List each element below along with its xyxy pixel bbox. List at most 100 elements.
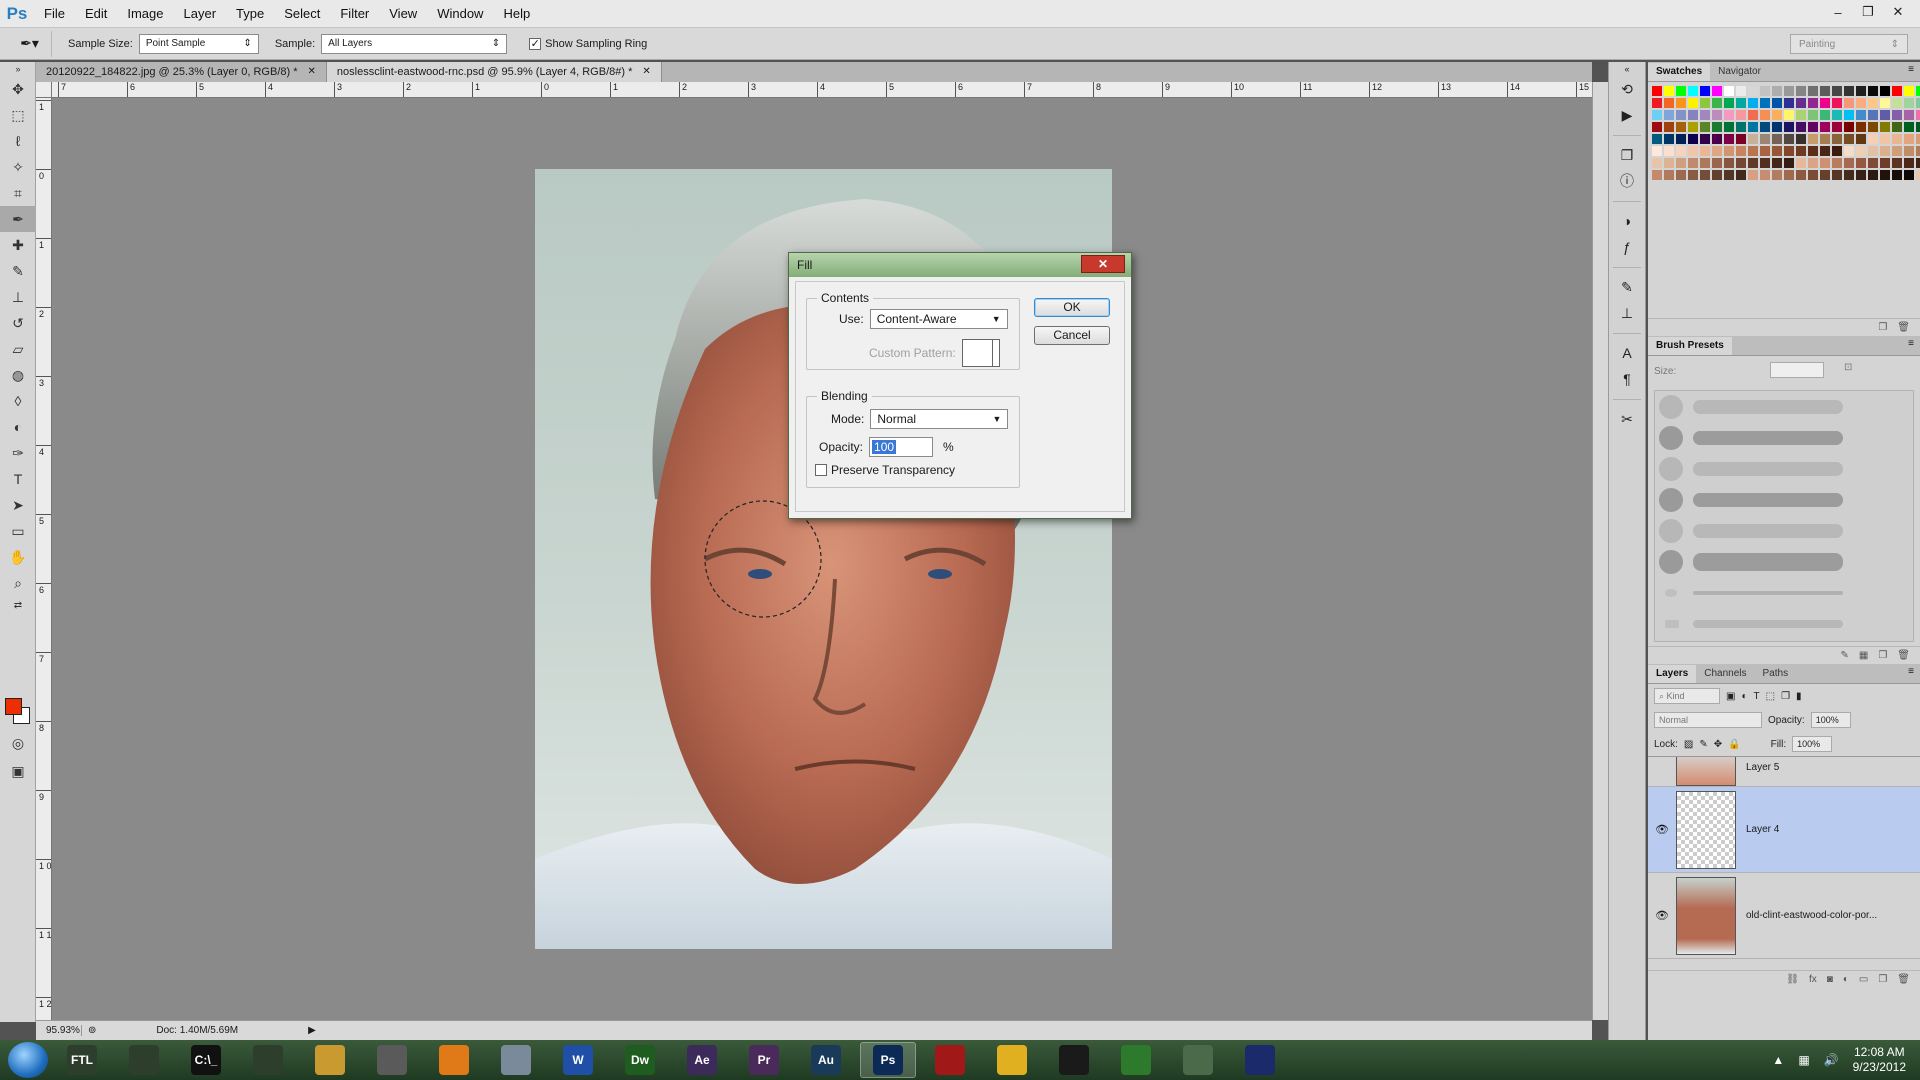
- color-swatch[interactable]: [1880, 146, 1890, 156]
- use-select[interactable]: Content-Aware ▼: [869, 309, 1008, 329]
- quick-selection-tool-icon[interactable]: ✧: [0, 154, 36, 180]
- color-swatch[interactable]: [1676, 134, 1686, 144]
- color-swatch[interactable]: [1652, 146, 1662, 156]
- status-menu-icon[interactable]: ▶: [308, 1025, 316, 1036]
- color-swatch[interactable]: [1832, 98, 1842, 108]
- color-swatch[interactable]: [1712, 122, 1722, 132]
- menu-layer[interactable]: Layer: [174, 0, 227, 28]
- shape-filter-icon[interactable]: ⬚: [1766, 691, 1775, 702]
- info-icon[interactable]: ⓘ: [1609, 168, 1645, 194]
- color-swatch[interactable]: [1736, 122, 1746, 132]
- color-swatch[interactable]: [1904, 134, 1914, 144]
- color-swatch[interactable]: [1856, 110, 1866, 120]
- color-swatch[interactable]: [1820, 122, 1830, 132]
- color-swatch[interactable]: [1904, 86, 1914, 96]
- color-swatch[interactable]: [1676, 86, 1686, 96]
- fill-input[interactable]: 100%: [1792, 736, 1833, 752]
- tab-swatches[interactable]: Swatches: [1648, 63, 1711, 81]
- color-swatch[interactable]: [1664, 86, 1674, 96]
- color-swatch[interactable]: [1856, 158, 1866, 168]
- color-swatch[interactable]: [1748, 86, 1758, 96]
- blur-tool-icon[interactable]: ◊: [0, 388, 36, 414]
- color-swatch[interactable]: [1832, 146, 1842, 156]
- color-swatch[interactable]: [1820, 158, 1830, 168]
- color-swatch[interactable]: [1712, 158, 1722, 168]
- tab-navigator[interactable]: Navigator: [1710, 63, 1769, 81]
- tab-document-2[interactable]: noslessclint-eastwood-rnc.psd @ 95.9% (L…: [326, 62, 662, 82]
- menu-help[interactable]: Help: [493, 0, 540, 28]
- premiere-app-button[interactable]: Pr: [736, 1042, 792, 1078]
- brush-preset-list[interactable]: [1654, 390, 1914, 642]
- color-swatch[interactable]: [1784, 146, 1794, 156]
- color-swatch[interactable]: [1772, 134, 1782, 144]
- color-swatch[interactable]: [1688, 122, 1698, 132]
- new-preset-icon[interactable]: ❐: [1878, 650, 1887, 661]
- color-swatch[interactable]: [1808, 146, 1818, 156]
- color-swatch[interactable]: [1844, 86, 1854, 96]
- brush-preset[interactable]: [1655, 422, 1913, 453]
- brush-preset[interactable]: [1655, 546, 1913, 577]
- ruler-origin[interactable]: [36, 82, 52, 98]
- new-layer-icon[interactable]: ❐: [1878, 974, 1887, 985]
- color-swatch[interactable]: [1760, 170, 1770, 180]
- clone-stamp-tool-icon[interactable]: ⊥: [0, 284, 36, 310]
- show-sampling-ring-option[interactable]: ✓ Show Sampling Ring: [529, 37, 647, 50]
- color-swatch[interactable]: [1868, 158, 1878, 168]
- color-swatch[interactable]: [1688, 158, 1698, 168]
- color-swatch[interactable]: [1772, 98, 1782, 108]
- color-swatch[interactable]: [1916, 110, 1920, 120]
- color-swatch[interactable]: [1736, 98, 1746, 108]
- paint-bucket-tool-icon[interactable]: ◍: [0, 362, 36, 388]
- color-swatch[interactable]: [1736, 110, 1746, 120]
- color-swatch[interactable]: [1652, 98, 1662, 108]
- color-swatch[interactable]: [1796, 110, 1806, 120]
- color-swatch[interactable]: [1748, 158, 1758, 168]
- color-swatch[interactable]: [1844, 134, 1854, 144]
- color-swatch[interactable]: [1688, 110, 1698, 120]
- color-swatch[interactable]: [1676, 170, 1686, 180]
- color-swatch[interactable]: [1652, 134, 1662, 144]
- move-tool-icon[interactable]: ✥: [0, 76, 36, 102]
- trash-icon[interactable]: 🗑: [1897, 322, 1910, 333]
- color-swatch[interactable]: [1892, 158, 1902, 168]
- color-swatch[interactable]: [1880, 110, 1890, 120]
- color-swatch[interactable]: [1880, 86, 1890, 96]
- menu-filter[interactable]: Filter: [330, 0, 379, 28]
- color-swatch[interactable]: [1652, 158, 1662, 168]
- color-swatch[interactable]: [1868, 146, 1878, 156]
- color-swatch[interactable]: [1688, 170, 1698, 180]
- color-swatch[interactable]: [1856, 146, 1866, 156]
- color-swatch[interactable]: [1880, 134, 1890, 144]
- dialog-title-bar[interactable]: Fill ✕: [789, 253, 1131, 277]
- photoshop-app-button[interactable]: Ps: [860, 1042, 916, 1078]
- notepad-app-button[interactable]: [1170, 1042, 1226, 1078]
- color-swatch[interactable]: [1820, 134, 1830, 144]
- color-swatch[interactable]: [1724, 146, 1734, 156]
- close-icon[interactable]: ✕: [642, 62, 650, 82]
- color-swatch[interactable]: [1736, 170, 1746, 180]
- add-mask-icon[interactable]: ◙: [1827, 974, 1833, 985]
- paragraph-icon[interactable]: ¶: [1609, 366, 1645, 392]
- layer-row-layer-4[interactable]: 👁 Layer 4: [1648, 787, 1920, 873]
- menu-type[interactable]: Type: [226, 0, 274, 28]
- menu-view[interactable]: View: [379, 0, 427, 28]
- color-swatch[interactable]: [1796, 170, 1806, 180]
- brush-tool-icon[interactable]: ✎: [0, 258, 36, 284]
- proof-icon[interactable]: ⊚: [88, 1025, 96, 1036]
- color-swatch[interactable]: [1760, 98, 1770, 108]
- menu-image[interactable]: Image: [117, 0, 173, 28]
- color-swatch[interactable]: [1916, 158, 1920, 168]
- eyedropper-tool-icon[interactable]: ✒: [0, 206, 36, 232]
- grid-icon[interactable]: ▦: [1859, 650, 1868, 661]
- color-swatch[interactable]: [1772, 170, 1782, 180]
- color-swatch[interactable]: [1808, 86, 1818, 96]
- filter-toggle-icon[interactable]: ▮: [1796, 691, 1802, 702]
- color-swatch[interactable]: [1748, 170, 1758, 180]
- media-player-app-button[interactable]: [426, 1042, 482, 1078]
- color-swatch[interactable]: [1904, 98, 1914, 108]
- color-swatch[interactable]: [1700, 122, 1710, 132]
- preserve-transparency-checkbox[interactable]: [815, 464, 827, 476]
- toggle-brush-panel-icon[interactable]: ✎: [1840, 650, 1848, 661]
- trash-icon[interactable]: 🗑: [1897, 974, 1910, 985]
- mode-select[interactable]: Normal ▼: [870, 409, 1009, 429]
